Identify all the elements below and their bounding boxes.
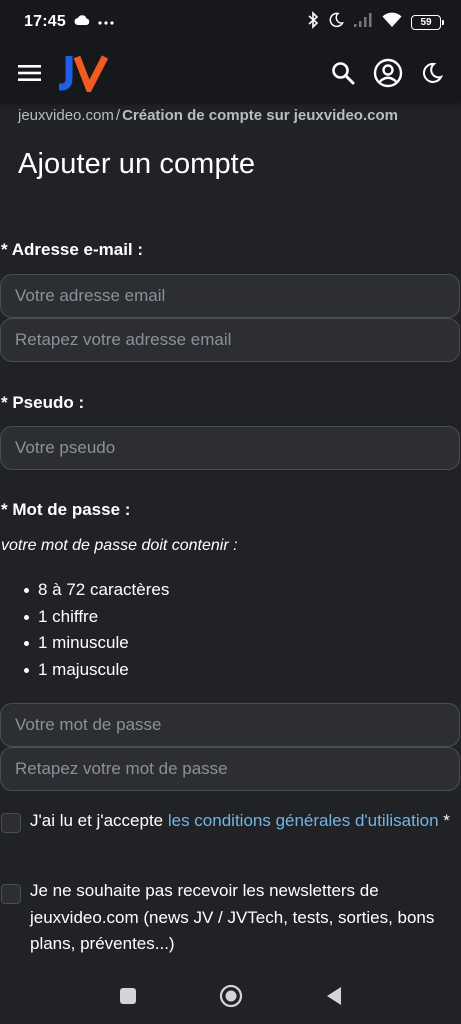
terms-required: * [438, 811, 450, 830]
password-rule: 1 minuscule [23, 633, 169, 660]
page-title: Ajouter un compte [18, 148, 256, 180]
email-label: * Adresse e-mail : [1, 240, 144, 259]
pseudo-label: * Pseudo : [1, 393, 85, 412]
moon-icon [328, 12, 344, 33]
password-label: * Mot de passe : [1, 500, 131, 519]
terms-link[interactable]: les conditions générales d'utilisation [168, 811, 439, 830]
email-field[interactable] [0, 274, 460, 318]
password-rule: 8 à 72 caractères [23, 580, 169, 607]
terms-text-before: J'ai lu et j'accepte [30, 811, 168, 830]
cloud-icon [74, 13, 90, 31]
more-dots-icon [98, 13, 114, 31]
newsletter-checkbox[interactable] [1, 884, 21, 904]
newsletter-text: Je ne souhaite pas recevoir les newslett… [30, 881, 435, 953]
home-icon[interactable] [219, 984, 243, 1008]
status-left: 17:45 [24, 13, 114, 31]
battery-icon: 59 [411, 14, 444, 30]
wifi-icon [382, 12, 402, 33]
app-header [0, 44, 461, 102]
account-icon[interactable] [373, 58, 403, 88]
breadcrumb-home[interactable]: jeuxvideo.com [18, 107, 114, 124]
password-rules: 8 à 72 caractères 1 chiffre 1 minuscule … [23, 580, 169, 687]
terms-text: J'ai lu et j'accepte les conditions géné… [30, 808, 458, 835]
menu-icon[interactable] [18, 64, 42, 82]
password-hint: votre mot de passe doit contenir : [1, 537, 238, 554]
password-confirm-field[interactable] [0, 747, 460, 791]
status-bar: 17:45 59 [0, 0, 461, 44]
bluetooth-icon [307, 10, 319, 34]
signal-icon [353, 12, 373, 33]
terms-checkbox[interactable] [1, 813, 21, 833]
breadcrumb-current: Création de compte sur jeuxvideo.com [122, 107, 398, 124]
search-icon[interactable] [331, 61, 355, 85]
dark-mode-icon[interactable] [421, 62, 443, 84]
breadcrumb-separator: / [115, 107, 121, 124]
status-right: 59 [307, 10, 444, 34]
logo[interactable] [58, 53, 108, 93]
email-confirm-field[interactable] [0, 318, 460, 362]
recent-apps-icon[interactable] [119, 987, 137, 1005]
status-time: 17:45 [24, 13, 66, 30]
pseudo-field[interactable] [0, 426, 460, 470]
header-actions [331, 58, 443, 88]
breadcrumb: jeuxvideo.com / Création de compte sur jeu… [18, 107, 398, 124]
password-rule: 1 chiffre [23, 607, 169, 634]
password-rule: 1 majuscule [23, 660, 169, 687]
back-icon[interactable] [325, 986, 343, 1006]
system-nav-bar [0, 968, 461, 1024]
password-field[interactable] [0, 703, 460, 747]
